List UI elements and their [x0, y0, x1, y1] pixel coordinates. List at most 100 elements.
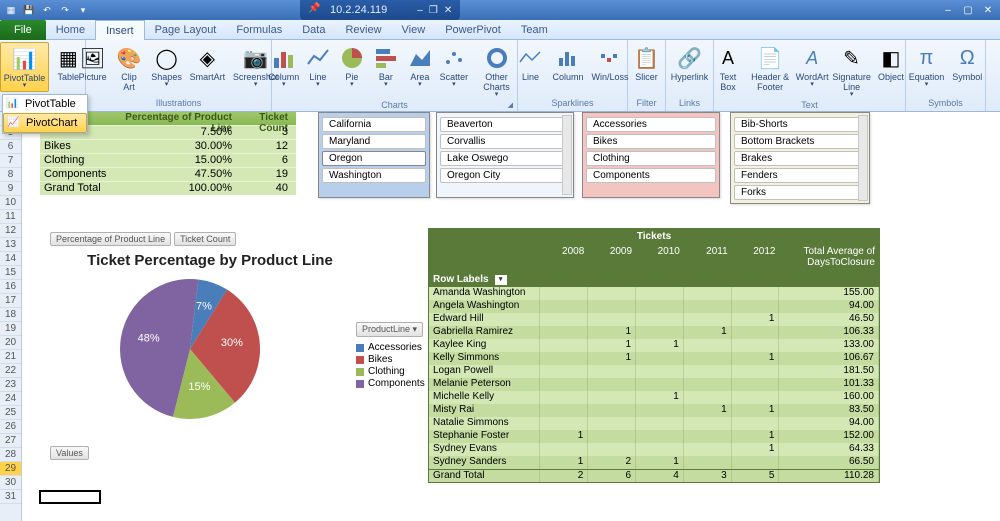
- wordart-button[interactable]: AWordArt▾: [796, 42, 828, 90]
- table-row: Angela Washington94.00: [429, 300, 879, 313]
- signature-button[interactable]: ✎Signature Line▾: [830, 42, 873, 100]
- table-row: Amanda Washington155.00: [429, 287, 879, 300]
- legend-item: Components: [356, 378, 425, 389]
- redo-icon[interactable]: ↷: [58, 3, 72, 17]
- slicer-item[interactable]: Forks: [734, 185, 866, 200]
- slicer-item[interactable]: Bikes: [586, 134, 716, 149]
- scatter-chart-button[interactable]: Scatter▾: [438, 42, 470, 90]
- sparkline-column-button[interactable]: Column: [549, 42, 586, 84]
- sparkline-line-button[interactable]: Line: [513, 42, 547, 84]
- field-values-button[interactable]: Values: [50, 446, 89, 460]
- table-row: Clothing15.00%6: [40, 153, 296, 167]
- hyperlink-button[interactable]: 🔗Hyperlink: [668, 42, 712, 84]
- equation-button[interactable]: πEquation▾: [906, 42, 948, 90]
- sparkline-winloss-button[interactable]: Win/Loss: [589, 42, 632, 84]
- tickets-title: Tickets: [429, 229, 879, 244]
- slicer-item[interactable]: Accessories: [586, 117, 716, 132]
- group-illustrations: Illustrations: [90, 98, 267, 109]
- chart-legend-area: ProductLine ▾ AccessoriesBikesClothingCo…: [356, 322, 425, 390]
- pivottable-button[interactable]: 📊PivotTable▾: [0, 42, 49, 92]
- clipart-button[interactable]: 🎨Clip Art: [112, 42, 147, 94]
- maximize-icon[interactable]: ▢: [960, 3, 976, 17]
- cells-area[interactable]: Percentage of Product LineTicket Count 7…: [22, 112, 1000, 521]
- slicer-item[interactable]: Bottom Brackets: [734, 134, 866, 149]
- slicer-button[interactable]: 📋Slicer: [630, 42, 664, 84]
- scrollbar[interactable]: [562, 115, 572, 195]
- slicer-item[interactable]: Oregon City: [440, 168, 570, 183]
- undo-icon[interactable]: ↶: [40, 3, 54, 17]
- slicer-item[interactable]: Lake Oswego: [440, 151, 570, 166]
- tab-pagelayout[interactable]: Page Layout: [145, 20, 227, 40]
- tab-powerpivot[interactable]: PowerPivot: [435, 20, 511, 40]
- slicer-item[interactable]: Bib-Shorts: [734, 117, 866, 132]
- table-row: Gabriella Ramirez11106.33: [429, 326, 879, 339]
- bar-chart-button[interactable]: Bar▾: [370, 42, 402, 90]
- save-icon[interactable]: 💾: [22, 3, 36, 17]
- slicer-item[interactable]: California: [322, 117, 426, 132]
- area-chart-button[interactable]: Area▾: [404, 42, 436, 90]
- pivotchart-icon: 📈: [7, 117, 21, 131]
- remote-desktop-bar[interactable]: 📌 10.2.24.119 ‒ ❐ ✕: [300, 0, 460, 20]
- header-footer-button[interactable]: 📄Header & Footer: [746, 42, 794, 94]
- remote-minimize-icon[interactable]: ‒: [417, 5, 423, 16]
- picture-button[interactable]: 🖼Picture: [76, 42, 110, 84]
- grand-total-row: Grand Total26435110.28: [429, 469, 879, 482]
- slicer-item[interactable]: Washington: [322, 168, 426, 183]
- remote-restore-icon[interactable]: ❐: [429, 5, 438, 16]
- ribbon: 📊PivotTable▾ ▦Table Tables 🖼Picture 🎨Cli…: [0, 40, 1000, 112]
- category-slicer[interactable]: Accessories Bikes Clothing Components: [582, 112, 720, 198]
- slicer-item[interactable]: Maryland: [322, 134, 426, 149]
- shapes-button[interactable]: ◯Shapes▾: [148, 42, 184, 90]
- legend-item: Clothing: [356, 366, 425, 377]
- charts-launcher-icon[interactable]: ◢: [508, 100, 513, 111]
- field-pct-button[interactable]: Percentage of Product Line: [50, 232, 171, 246]
- pie-chart-button[interactable]: Pie▾: [336, 42, 368, 90]
- slicer-item[interactable]: Brakes: [734, 151, 866, 166]
- city-slicer[interactable]: Beaverton Corvallis Lake Oswego Oregon City: [436, 112, 574, 198]
- tab-home[interactable]: Home: [46, 20, 95, 40]
- field-ticketcount-button[interactable]: Ticket Count: [174, 232, 236, 246]
- tab-file[interactable]: File: [0, 20, 46, 40]
- scrollbar[interactable]: [858, 115, 868, 201]
- parts-slicer[interactable]: Bib-Shorts Bottom Brackets Brakes Fenders Fo…: [730, 112, 870, 204]
- row-labels-header[interactable]: Row Labels▾: [429, 272, 879, 287]
- tab-view[interactable]: View: [392, 20, 436, 40]
- slicer-item[interactable]: Clothing: [586, 151, 716, 166]
- pivottable-menu-item[interactable]: 📊PivotTable: [3, 95, 87, 113]
- chart-container: Percentage of Product Line Ticket Count …: [50, 232, 370, 429]
- textbox-button[interactable]: AText Box: [712, 42, 744, 94]
- dropdown-icon[interactable]: ▾: [495, 275, 507, 285]
- slicer-item[interactable]: Beaverton: [440, 117, 570, 132]
- slicer-item[interactable]: Oregon: [322, 151, 426, 166]
- close-icon[interactable]: ✕: [980, 3, 996, 17]
- smartart-button[interactable]: ◈SmartArt: [187, 42, 228, 84]
- table-row: Michelle Kelly1160.00: [429, 391, 879, 404]
- tab-formulas[interactable]: Formulas: [226, 20, 292, 40]
- tab-insert[interactable]: Insert: [95, 20, 145, 40]
- legend-item: Accessories: [356, 342, 425, 353]
- table-row: Grand Total100.00%40: [40, 181, 296, 195]
- group-text: Text: [718, 100, 901, 111]
- pin-icon[interactable]: 📌: [308, 3, 322, 17]
- object-button[interactable]: ◧Object: [875, 42, 907, 84]
- slicer-item[interactable]: Corvallis: [440, 134, 570, 149]
- qat-more-icon[interactable]: ▾: [76, 3, 90, 17]
- excel-icon: ▦: [4, 3, 18, 17]
- slicer-item[interactable]: Components: [586, 168, 716, 183]
- column-chart-button[interactable]: Column▾: [268, 42, 300, 90]
- tab-review[interactable]: Review: [335, 20, 391, 40]
- symbol-button[interactable]: ΩSymbol: [949, 42, 985, 84]
- remote-close-icon[interactable]: ✕: [444, 5, 452, 16]
- state-slicer[interactable]: California Maryland Oregon Washington: [318, 112, 430, 198]
- svg-text:30%: 30%: [221, 337, 243, 349]
- table-row: Stephanie Foster11152.00: [429, 430, 879, 443]
- minimize-icon[interactable]: ‒: [940, 3, 956, 17]
- row-headers[interactable]: 4567891011121314151617181920212223242526…: [0, 112, 22, 521]
- tab-team[interactable]: Team: [511, 20, 558, 40]
- selected-cell[interactable]: [39, 490, 101, 504]
- tab-data[interactable]: Data: [292, 20, 335, 40]
- field-productline-button[interactable]: ProductLine ▾: [356, 322, 423, 337]
- pivotchart-menu-item[interactable]: 📈PivotChart: [3, 113, 87, 133]
- slicer-item[interactable]: Fenders: [734, 168, 866, 183]
- line-chart-button[interactable]: Line▾: [302, 42, 334, 90]
